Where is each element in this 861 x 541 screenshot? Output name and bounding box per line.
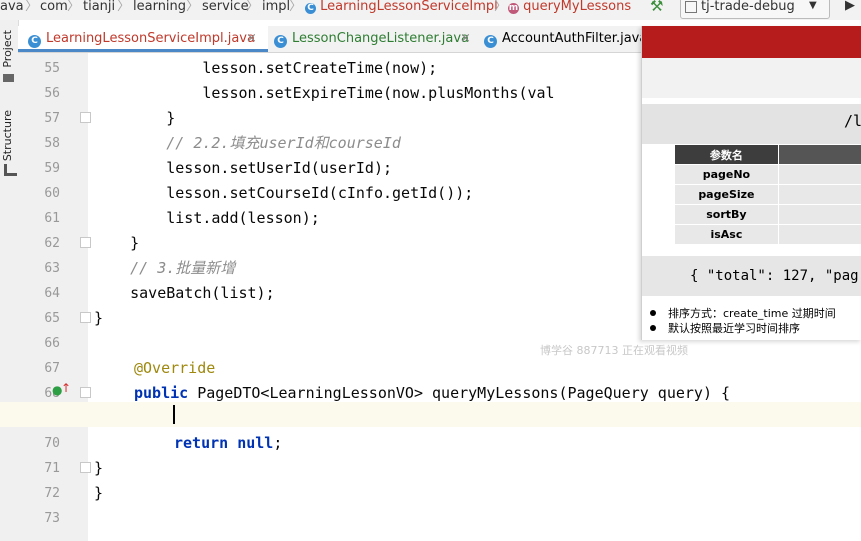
- param-cell: [777, 184, 861, 205]
- line-number: 55: [44, 61, 60, 76]
- config-icon: [685, 1, 697, 13]
- method-icon: m: [508, 3, 519, 14]
- param-name: pageSize: [674, 184, 779, 205]
- code-annotation: @Override: [134, 359, 216, 377]
- doc-param-table: 参数名 pageNo pageSize sortBy isAsc: [674, 144, 861, 245]
- param-name-header: 参数名: [674, 144, 779, 165]
- line-number: 67: [44, 361, 60, 376]
- param-header-cell: [777, 144, 861, 165]
- chevron-right-icon: 〉: [289, 0, 303, 14]
- breadcrumb-method[interactable]: m queryMyLessons: [508, 0, 631, 14]
- line-number: 60: [44, 186, 60, 201]
- chevron-down-icon: ▼: [809, 0, 817, 11]
- class-icon: C: [28, 35, 41, 48]
- code-comment: // 2.2.填充userId和courseId: [94, 134, 401, 152]
- line-number: 62: [44, 236, 60, 251]
- chevron-right-icon: 〉: [246, 0, 260, 14]
- breadcrumb-item[interactable]: learning: [133, 0, 186, 13]
- bullet-icon: [650, 310, 656, 316]
- code-line: lesson.setCourseId(cInfo.getId());: [94, 184, 474, 202]
- class-icon: C: [274, 35, 287, 48]
- param-cell: [777, 164, 861, 185]
- code-line: lesson.setExpireTime(now.plusMonths(val: [94, 84, 555, 102]
- line-number: 64: [44, 286, 60, 301]
- doc-section-band: [642, 58, 861, 98]
- param-cell: [777, 204, 861, 225]
- watermark: 博学谷 887713 正在观看视频: [540, 344, 688, 357]
- breadcrumb-item[interactable]: service: [202, 0, 249, 13]
- folder-icon: [3, 74, 14, 82]
- param-name: sortBy: [674, 204, 779, 225]
- line-number: 73: [44, 511, 60, 526]
- api-doc-window: /l 参数名 pageNo pageSize sortBy isAsc { "t…: [641, 26, 861, 340]
- chevron-right-icon: 〉: [494, 0, 508, 14]
- close-icon[interactable]: ×: [460, 26, 471, 51]
- chevron-right-icon: 〉: [117, 0, 131, 14]
- breadcrumb-item[interactable]: com: [40, 0, 68, 13]
- code-line: lesson.setCreateTime(now);: [94, 59, 438, 77]
- doc-path-band: [642, 104, 861, 144]
- code-line: lesson.setUserId(userId);: [94, 159, 393, 177]
- code-line: }: [94, 234, 140, 252]
- doc-response-example: { "total": 127, "pag: [642, 256, 861, 296]
- method-signature: public PageDTO<LearningLessonVO> queryMy…: [134, 384, 731, 402]
- chevron-right-icon: 〉: [67, 0, 81, 14]
- text-caret: [173, 405, 175, 424]
- chevron-right-icon: 〉: [186, 0, 200, 14]
- line-number: 65: [44, 311, 60, 326]
- tool-window-strip: Project Structure: [0, 20, 19, 541]
- code-line: }: [94, 484, 104, 502]
- line-number: 56: [44, 86, 60, 101]
- class-icon: C: [305, 3, 316, 14]
- project-tool-button[interactable]: Project: [1, 30, 14, 68]
- param-name: isAsc: [674, 224, 779, 245]
- run-icon[interactable]: ▶: [845, 0, 855, 13]
- code-line: }: [94, 109, 176, 127]
- line-number: 72: [44, 486, 60, 501]
- code-line: list.add(lesson);: [94, 209, 320, 227]
- arrow-up-icon[interactable]: ↑: [61, 381, 71, 395]
- line-number: 63: [44, 261, 60, 276]
- doc-note: 默认按照最近学习时间排序: [650, 320, 800, 336]
- param-name: pageNo: [674, 164, 779, 185]
- line-number: 58: [44, 136, 60, 151]
- param-cell: [777, 224, 861, 245]
- breadcrumb-item[interactable]: ava: [0, 0, 24, 13]
- hammer-icon[interactable]: ⚒: [650, 0, 663, 15]
- code-line: }: [94, 459, 104, 477]
- editor-gutter: 55 56 57 58 59 60 61 62 63 64 65 66 67 6…: [18, 53, 88, 541]
- line-number: 66: [44, 336, 60, 351]
- bullet-icon: [650, 325, 656, 331]
- close-icon[interactable]: ×: [246, 26, 257, 51]
- code-line: }: [94, 309, 104, 327]
- doc-request-path: /l: [844, 112, 861, 130]
- line-number: 61: [44, 211, 60, 226]
- line-number: 70: [44, 436, 60, 451]
- run-config-dropdown[interactable]: tj-trade-debug ▼: [680, 0, 830, 19]
- breadcrumb-class[interactable]: C LearningLessonServiceImpl: [305, 0, 498, 14]
- structure-icon: [4, 164, 17, 176]
- tab-learning-lesson-service-impl[interactable]: C LearningLessonServiceImpl.java ×: [18, 26, 268, 52]
- tab-lesson-change-listener[interactable]: C LessonChangeListener.java ×: [268, 26, 476, 51]
- structure-tool-button[interactable]: Structure: [1, 110, 14, 161]
- breadcrumb: ava 〉 com 〉 tianji 〉 learning 〉 service …: [0, 0, 861, 20]
- code-comment: // 3.批量新增: [94, 259, 236, 277]
- return-statement: return null;: [174, 434, 283, 452]
- chevron-right-icon: 〉: [25, 0, 39, 14]
- line-number: 71: [44, 461, 60, 476]
- breadcrumb-item[interactable]: impl: [262, 0, 290, 13]
- doc-header-bar: [642, 26, 861, 58]
- line-number: 57: [44, 111, 60, 126]
- breadcrumb-item[interactable]: tianji: [83, 0, 115, 13]
- line-number: 59: [44, 161, 60, 176]
- class-icon: C: [484, 35, 497, 48]
- code-line: saveBatch(list);: [94, 284, 275, 302]
- doc-note: 排序方式：create_time 过期时间: [650, 305, 836, 321]
